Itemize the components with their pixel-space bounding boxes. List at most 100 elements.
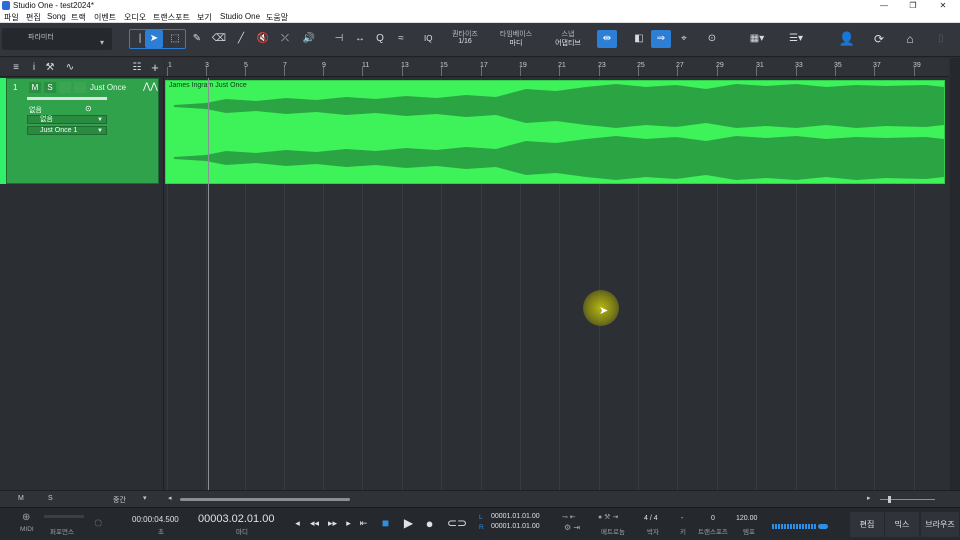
volume-slider[interactable] xyxy=(27,97,107,100)
split-view-icon[interactable]: ⌖ xyxy=(675,30,693,48)
loop-right-label: R xyxy=(479,524,484,531)
record-icon[interactable]: ● xyxy=(423,517,436,530)
menu-file[interactable]: 파일 xyxy=(4,12,19,23)
punch-icon[interactable]: ⊸ ⇤ xyxy=(562,513,576,521)
mute-tool-icon[interactable]: 🔇 xyxy=(254,30,272,48)
loop-icon[interactable]: ⊂⊃ xyxy=(447,517,467,530)
snap-value[interactable]: 어댑티브 xyxy=(548,38,588,48)
timebase-value[interactable]: 마디 xyxy=(492,38,540,48)
iq-button[interactable]: IQ xyxy=(424,34,432,43)
forward-end-icon[interactable]: ▸ xyxy=(342,517,355,530)
transpose-value[interactable]: 0 xyxy=(711,515,715,522)
pencil-tool-icon[interactable]: ✎ xyxy=(188,30,206,48)
fast-forward-icon[interactable]: ▸▸ xyxy=(326,517,339,530)
metronome-icons[interactable]: ● ⚒ ⇥ xyxy=(598,513,618,521)
monitor-button[interactable] xyxy=(74,82,86,93)
listen-tool-icon[interactable]: 🔊 xyxy=(300,30,318,48)
time-seconds-unit[interactable]: 초 xyxy=(158,526,164,536)
maximize-button[interactable]: ❐ xyxy=(898,0,928,11)
metronome-toggle[interactable] xyxy=(818,524,828,529)
grid-view-icon[interactable]: ▦▾ xyxy=(744,30,770,48)
user-icon[interactable]: 👤 xyxy=(838,30,856,48)
playhead[interactable] xyxy=(208,78,209,490)
tab-mix[interactable]: 믹스 xyxy=(885,512,919,537)
eraser-tool-icon[interactable]: ⌫ xyxy=(210,30,228,48)
split-tool-icon[interactable]: ⊣ xyxy=(330,30,348,48)
chevron-down-icon[interactable]: ▾ xyxy=(100,38,104,47)
menu-audio[interactable]: 오디오 xyxy=(124,12,146,23)
menu-event[interactable]: 이벤트 xyxy=(94,12,116,23)
time-bars-unit[interactable]: 마디 xyxy=(236,526,248,536)
settings-icon[interactable]: ⚙ ⇥ xyxy=(564,523,580,532)
menu-track[interactable]: 트랙 xyxy=(71,12,86,23)
tab-edit[interactable]: 편집 xyxy=(850,512,884,537)
performance-label: 퍼포먼스 xyxy=(50,529,74,536)
parameter-box[interactable]: 파라미터 ▾ xyxy=(2,28,112,50)
paint-tool-icon[interactable]: ╱ xyxy=(232,30,250,48)
arrange-view[interactable]: James Ingram Just Once ➤ xyxy=(165,78,949,490)
output-select[interactable]: 없음 ▼ xyxy=(27,115,107,124)
focus-icon[interactable]: ⊙ xyxy=(703,30,721,48)
arrow-tool-icon[interactable]: ➤ xyxy=(145,30,163,48)
scroll-left-icon[interactable]: ◂ xyxy=(168,494,172,502)
scroll-right-icon[interactable]: ▸ xyxy=(867,494,871,502)
mute-all-button[interactable]: M xyxy=(18,495,24,502)
timeline-ruler[interactable]: 1 3 5 7 9 11 13 15 17 19 21 23 25 27 29 … xyxy=(165,58,949,77)
quantize-value[interactable]: 1/16 xyxy=(446,38,484,45)
bar-25: 25 xyxy=(637,62,645,69)
stretch-icon[interactable]: ↔ xyxy=(351,30,369,48)
zoom-handle[interactable] xyxy=(888,496,891,503)
snap-toggle-icon[interactable]: ⇹ xyxy=(597,30,617,48)
key-value[interactable]: - xyxy=(681,515,683,522)
tools-icon[interactable]: ⚒ xyxy=(41,59,59,77)
record-button[interactable] xyxy=(59,82,71,93)
loop-right-value[interactable]: 00001.01.01.00 xyxy=(491,523,540,530)
menu-icon[interactable]: ≡ xyxy=(7,59,25,77)
menu-view[interactable]: 보기 xyxy=(197,12,212,23)
menu-transport[interactable]: 트랜스포트 xyxy=(153,12,190,23)
solo-button[interactable]: S xyxy=(44,82,56,93)
follow-icon[interactable]: ⇒ xyxy=(651,30,671,48)
signature-value[interactable]: 4 / 4 xyxy=(644,515,658,522)
chevron-down-icon[interactable]: ▾ xyxy=(143,494,147,502)
solo-all-button[interactable]: S xyxy=(48,495,53,502)
menu-song[interactable]: Song xyxy=(47,12,66,21)
close-button[interactable]: ✕ xyxy=(928,0,958,11)
home-icon[interactable]: ⌂ xyxy=(901,30,919,48)
play-icon[interactable]: ▶ xyxy=(402,517,415,530)
automation-icon[interactable]: ∿ xyxy=(61,59,79,77)
menu-help[interactable]: 도움말 xyxy=(266,12,288,23)
playlist-select[interactable]: Just Once 1 ▼ xyxy=(27,126,107,135)
select-range-icon[interactable]: ⬚ xyxy=(166,30,184,48)
menu-studio-one[interactable]: Studio One xyxy=(220,12,260,21)
menu-edit[interactable]: 편집 xyxy=(26,12,41,23)
time-seconds[interactable]: 00:00:04.500 xyxy=(132,515,179,524)
return-start-icon[interactable]: ⇤ xyxy=(357,517,370,530)
sync-icon[interactable]: ⟳ xyxy=(870,30,888,48)
minimize-button[interactable]: — xyxy=(869,0,899,11)
autoscroll-icon[interactable]: ◧ xyxy=(630,30,648,48)
bend-tool-icon[interactable]: ⤫ xyxy=(276,30,294,48)
loop-left-value[interactable]: 00001.01.01.00 xyxy=(491,513,540,520)
metronome-label: 메트로놈 xyxy=(601,529,625,536)
quantize-icon[interactable]: Q xyxy=(371,30,389,48)
track-header[interactable]: 1 M S Just Once ⋀⋀ 없음 ⊙ 없음 ▼ Just Once 1… xyxy=(6,78,159,184)
track-name[interactable]: Just Once xyxy=(90,83,126,92)
vertical-scrollbar[interactable] xyxy=(950,58,960,490)
track-size-select[interactable]: 중간 xyxy=(113,495,126,505)
rewind-start-icon[interactable]: ◂ xyxy=(291,517,304,530)
stop-icon[interactable]: ■ xyxy=(379,517,392,530)
list-view-icon[interactable]: ☷ xyxy=(128,59,146,77)
groove-icon[interactable]: ≈ xyxy=(392,30,410,48)
horizontal-scrollbar[interactable] xyxy=(180,498,350,501)
rewind-icon[interactable]: ◂◂ xyxy=(308,517,321,530)
add-track-icon[interactable]: + xyxy=(146,59,164,77)
track-list: ≡ i ⚒ ∿ ☷ + 1 M S Just Once ⋀⋀ 없음 ⊙ 없음 ▼… xyxy=(0,58,164,490)
layout-icon[interactable]: ☰▾ xyxy=(782,30,810,48)
time-bars[interactable]: 00003.02.01.00 xyxy=(198,513,274,525)
tempo-value[interactable]: 120.00 xyxy=(736,515,757,522)
toggle-icon[interactable]: ⊙ xyxy=(85,104,92,113)
audio-clip[interactable]: James Ingram Just Once xyxy=(165,80,945,184)
tab-browse[interactable]: 브라우즈 xyxy=(921,512,959,537)
mute-button[interactable]: M xyxy=(29,82,41,93)
